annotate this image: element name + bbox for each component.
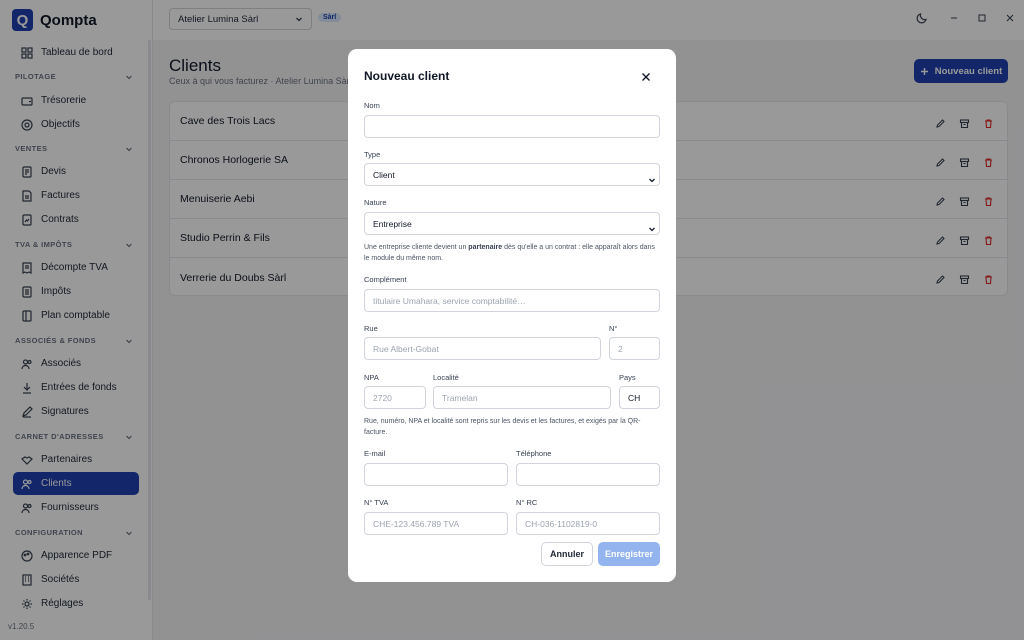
save-button[interactable]: Enregistrer xyxy=(598,542,660,566)
rc-number-field[interactable] xyxy=(516,512,660,535)
nom-field[interactable] xyxy=(364,115,660,138)
pays-label: Pays xyxy=(619,373,636,382)
nature-select[interactable]: Entreprise xyxy=(364,212,660,235)
telephone-label: Téléphone xyxy=(516,449,552,458)
localite-field[interactable] xyxy=(433,386,611,409)
type-label: Type xyxy=(364,150,381,159)
telephone-field[interactable] xyxy=(516,463,660,486)
close-icon[interactable] xyxy=(640,70,652,82)
nature-hint-start: Une entreprise cliente devient un xyxy=(364,244,469,251)
email-field[interactable] xyxy=(364,463,508,486)
pays-field[interactable] xyxy=(619,386,660,409)
new-client-dialog: Nouveau client Nom Type Client Nature En… xyxy=(348,49,676,582)
cancel-button[interactable]: Annuler xyxy=(541,542,593,566)
numero-label: N° xyxy=(609,324,618,333)
rue-label: Rue xyxy=(364,324,378,333)
localite-label: Localité xyxy=(433,373,459,382)
rue-field[interactable] xyxy=(364,337,601,360)
rc-label: N° RC xyxy=(516,498,538,507)
dialog-title: Nouveau client xyxy=(364,69,450,83)
type-select[interactable]: Client xyxy=(364,163,660,186)
npa-label: NPA xyxy=(364,373,379,382)
nature-label: Nature xyxy=(364,198,387,207)
nature-hint: Une entreprise cliente devient un parten… xyxy=(364,243,660,264)
complement-field[interactable] xyxy=(364,289,660,312)
email-label: E-mail xyxy=(364,449,386,458)
tva-number-field[interactable] xyxy=(364,512,508,535)
numero-field[interactable] xyxy=(609,337,660,360)
complement-label: Complément xyxy=(364,275,407,284)
npa-field[interactable] xyxy=(364,386,426,409)
tva-label: N° TVA xyxy=(364,498,389,507)
address-hint: Rue, numéro, NPA et localité sont repris… xyxy=(364,418,641,436)
nom-label: Nom xyxy=(364,101,380,110)
nature-hint-emphasis: partenaire xyxy=(468,244,503,251)
